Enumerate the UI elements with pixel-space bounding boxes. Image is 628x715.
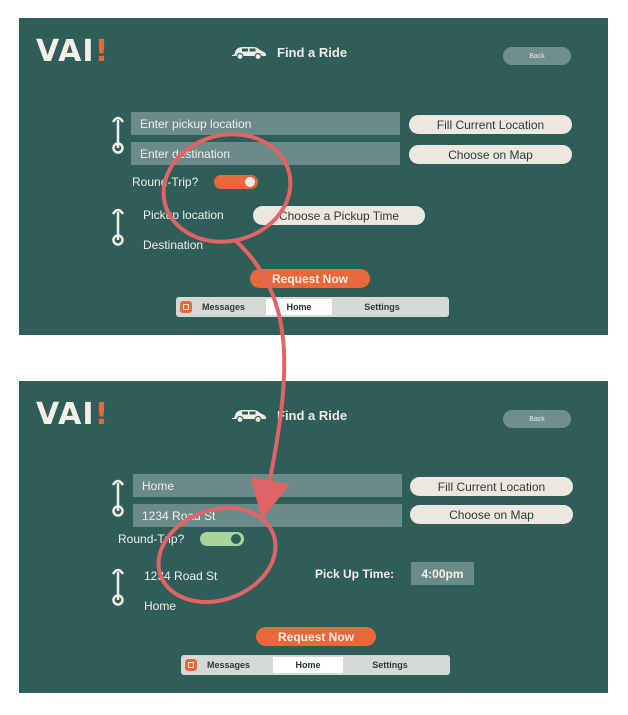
screen-before: VAI! Find a Ride Back Enter pickup locat… xyxy=(19,18,608,335)
back-button[interactable]: Back xyxy=(503,47,571,65)
destination-input[interactable]: Enter destination xyxy=(131,142,400,165)
fill-current-location-button[interactable]: Fill Current Location xyxy=(409,115,572,134)
car-icon xyxy=(231,407,267,423)
header-title: Find a Ride xyxy=(231,44,347,60)
logo: VAI! xyxy=(36,397,110,432)
destination-input[interactable]: 1234 Road St xyxy=(133,504,402,527)
round-trip-toggle[interactable] xyxy=(200,532,244,546)
pickup-time-value[interactable]: 4:00pm xyxy=(411,562,474,585)
choose-pickup-time-button[interactable]: Choose a Pickup Time xyxy=(253,206,425,225)
choose-on-map-button[interactable]: Choose on Map xyxy=(410,505,573,524)
fill-current-location-button[interactable]: Fill Current Location xyxy=(410,477,573,496)
toggle-knob xyxy=(231,534,241,544)
tab-bar: Messages Home Settings xyxy=(176,297,449,317)
tab-home[interactable]: Home xyxy=(273,657,343,673)
return-destination-value: Home xyxy=(144,599,177,613)
return-route-icon xyxy=(111,566,125,606)
logo: VAI! xyxy=(36,34,110,69)
screen-after: VAI! Find a Ride Back Home 1234 Road St … xyxy=(19,381,608,693)
tab-settings[interactable]: Settings xyxy=(343,657,437,673)
request-now-button[interactable]: Request Now xyxy=(256,627,376,646)
page-title: Find a Ride xyxy=(277,44,348,60)
round-trip-label: Round-Trip? xyxy=(132,175,199,189)
pickup-input[interactable]: Enter pickup location xyxy=(131,112,400,135)
page-title: Find a Ride xyxy=(277,407,348,423)
request-now-button[interactable]: Request Now xyxy=(250,269,370,288)
round-trip-label: Round-Trip? xyxy=(118,532,185,546)
tab-messages[interactable]: Messages xyxy=(207,657,273,673)
return-pickup-label: Pickup location xyxy=(143,208,224,222)
tab-bar: Messages Home Settings xyxy=(181,655,450,675)
toggle-knob xyxy=(245,177,255,187)
choose-on-map-button[interactable]: Choose on Map xyxy=(409,145,572,164)
return-destination-label: Destination xyxy=(143,238,204,252)
pickup-input[interactable]: Home xyxy=(133,474,402,497)
pickup-time-label: Pick Up Time: xyxy=(315,567,395,581)
back-button[interactable]: Back xyxy=(503,410,571,428)
return-pickup-value: 1234 Road St xyxy=(144,569,218,583)
tab-home[interactable]: Home xyxy=(266,299,332,315)
route-icon xyxy=(111,477,125,517)
tab-settings[interactable]: Settings xyxy=(332,299,432,315)
route-icon xyxy=(111,114,125,154)
car-icon xyxy=(231,44,267,60)
messages-icon xyxy=(185,659,197,671)
messages-icon xyxy=(180,301,192,313)
return-route-icon xyxy=(111,206,125,246)
header-title: Find a Ride xyxy=(231,407,347,423)
tab-messages[interactable]: Messages xyxy=(202,299,266,315)
round-trip-toggle[interactable] xyxy=(214,175,258,189)
